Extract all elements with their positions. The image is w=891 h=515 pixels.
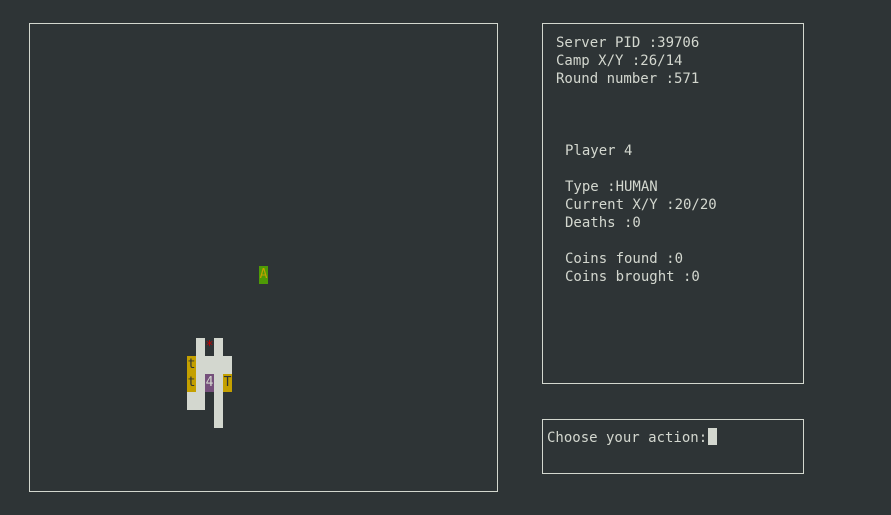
camp-tile: A bbox=[259, 266, 268, 284]
wall-tile bbox=[187, 392, 196, 410]
server-pid: Server PID :39706 bbox=[556, 35, 700, 51]
wall-tile bbox=[196, 338, 205, 356]
player-type: Type :HUMAN bbox=[565, 179, 658, 195]
wall-tile bbox=[196, 356, 205, 374]
coins-brought: Coins brought :0 bbox=[565, 269, 700, 285]
player-deaths: Deaths :0 bbox=[565, 215, 641, 231]
text-cursor bbox=[708, 428, 718, 445]
game-map-panel: A * t t 4 T bbox=[29, 23, 498, 492]
player-title: Player 4 bbox=[565, 143, 633, 159]
wall-tile bbox=[196, 392, 205, 410]
treasure-tile: T bbox=[223, 374, 232, 392]
player-position: Current X/Y :20/20 bbox=[565, 197, 717, 213]
camp-position: Camp X/Y :26/14 bbox=[556, 53, 683, 69]
action-prompt-label: Choose your action: bbox=[547, 430, 708, 446]
wall-tile bbox=[223, 356, 232, 374]
wall-tile bbox=[214, 338, 223, 356]
small-treasure-tile: t bbox=[187, 356, 196, 374]
wall-tile bbox=[214, 392, 223, 410]
player-tile: 4 bbox=[205, 374, 214, 392]
small-treasure-tile: t bbox=[187, 374, 196, 392]
info-panel: Server PID :39706 Camp X/Y :26/14 Round … bbox=[542, 23, 804, 384]
action-input-panel[interactable]: Choose your action: bbox=[542, 419, 804, 474]
wall-tile bbox=[205, 356, 214, 374]
wall-tile bbox=[214, 374, 223, 392]
beast-tile: * bbox=[205, 339, 214, 354]
wall-tile bbox=[214, 410, 223, 428]
wall-tile bbox=[214, 356, 223, 374]
wall-tile bbox=[196, 374, 205, 392]
coins-found: Coins found :0 bbox=[565, 251, 684, 267]
action-prompt[interactable]: Choose your action: bbox=[547, 428, 718, 447]
round-number: Round number :571 bbox=[556, 71, 700, 87]
